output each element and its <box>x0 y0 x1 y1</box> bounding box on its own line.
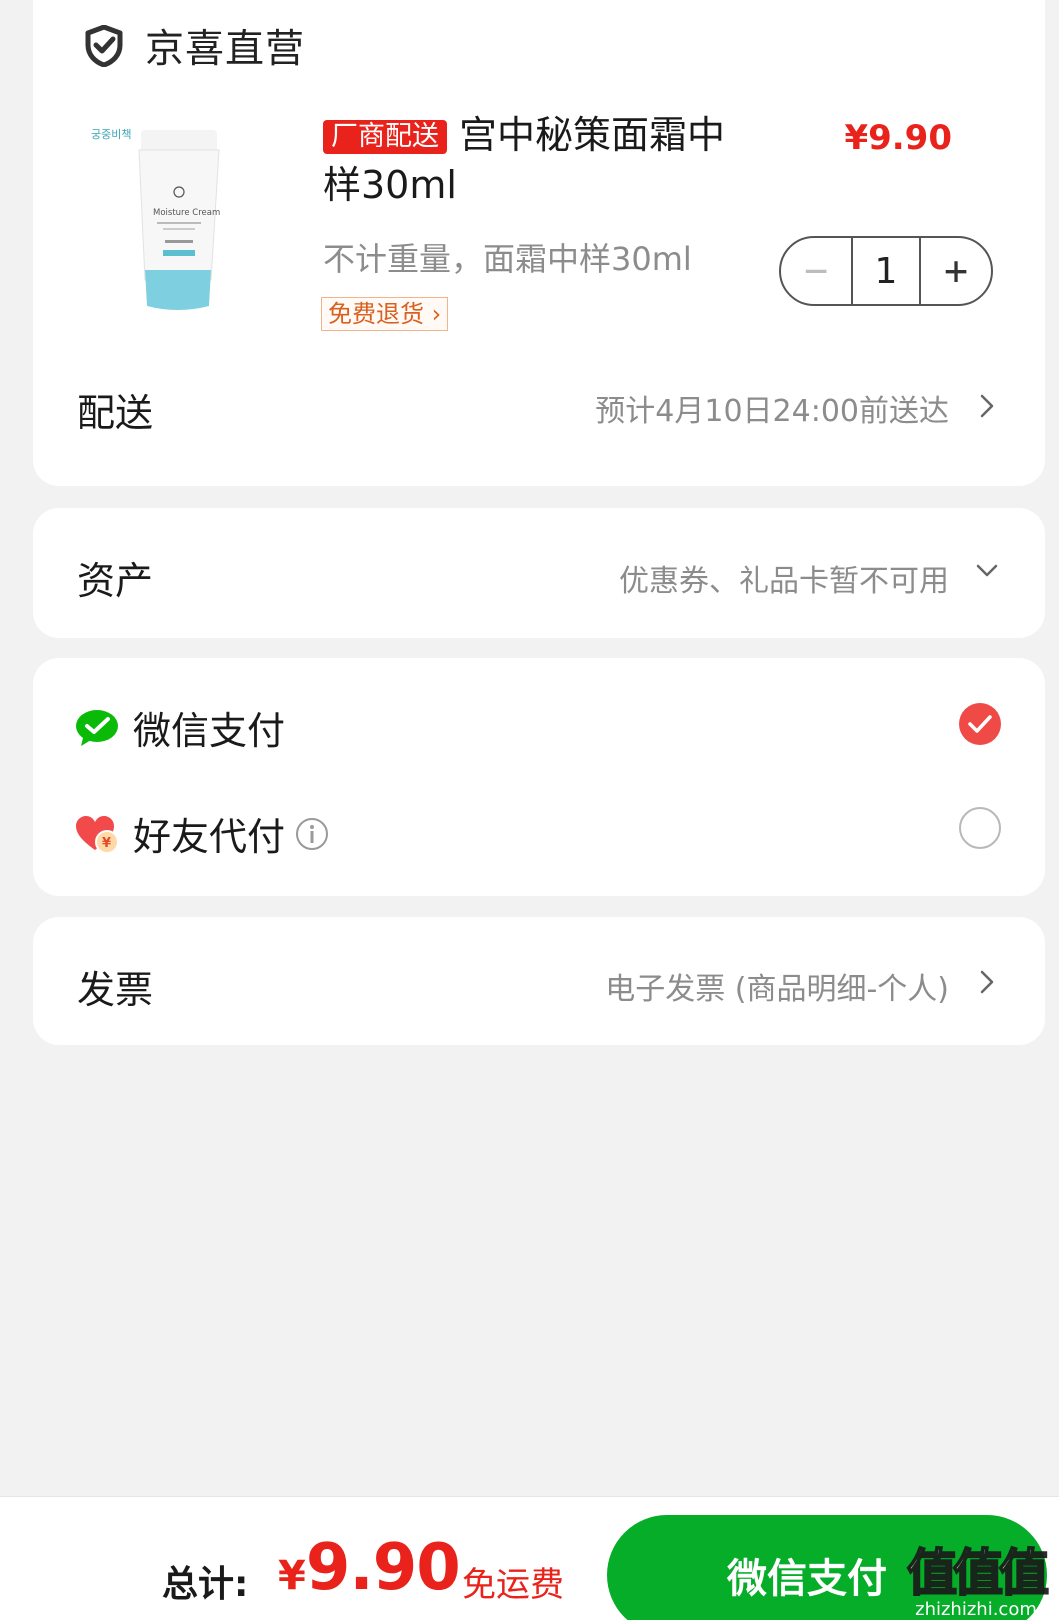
payment-card: 微信支付 ¥ 好友代付 <box>33 658 1045 896</box>
product-price: ¥9.90 <box>844 118 952 158</box>
payment-option-wechat[interactable]: 微信支付 <box>75 700 285 755</box>
assets-label: 资产 <box>77 559 154 603</box>
payment-radio-unselected[interactable] <box>959 807 1001 849</box>
quantity-value[interactable]: 1 <box>851 238 921 304</box>
product-image[interactable]: 궁중비책 Moisture Cream <box>83 120 243 320</box>
quantity-stepper[interactable]: − 1 + <box>779 236 993 306</box>
delivery-estimate[interactable]: 预计4月10日24:00前送达 <box>595 386 949 430</box>
chevron-right-icon[interactable] <box>977 392 997 420</box>
store-name: 京喜直营 <box>145 27 306 72</box>
currency-symbol: ¥ <box>278 1553 306 1599</box>
chevron-right-icon: › <box>431 300 442 328</box>
product-title[interactable]: 厂商配送 宫中秘策面霜中样30ml <box>323 110 743 210</box>
free-shipping-label: 免运费 <box>462 1565 564 1605</box>
delivery-label: 配送 <box>77 391 154 435</box>
watermark-logo: 值值值 <box>906 1543 1050 1603</box>
product-image-label: Moisture Cream <box>153 208 220 218</box>
product-spec: 不计重量，面霜中样30ml <box>323 240 692 278</box>
info-icon[interactable] <box>295 817 329 851</box>
payment-option-label: 微信支付 <box>133 709 286 753</box>
payment-option-label: 好友代付 <box>133 815 286 859</box>
invoice-card[interactable]: 发票 电子发票 (商品明细-个人) <box>33 917 1045 1045</box>
shield-check-icon <box>85 25 123 67</box>
order-card: 京喜直营 궁중비책 Moisture Cream 厂商配送 宫中秘策面霜中样30m… <box>33 0 1045 486</box>
checkout-bar: 总计: ¥9.90 免运费 微信支付 值值值 zhizhizhi.com <box>0 1496 1059 1620</box>
wechat-icon <box>76 709 118 746</box>
friend-pay-icon: ¥ <box>76 815 119 854</box>
free-return-tag[interactable]: 免费退货 › <box>321 297 449 331</box>
total-price: ¥9.90 <box>278 1531 461 1605</box>
invoice-value: 电子发票 (商品明细-个人) <box>605 972 949 1007</box>
decrement-button[interactable]: − <box>781 238 851 304</box>
assets-card[interactable]: 资产 优惠券、礼品卡暂不可用 <box>33 508 1045 638</box>
payment-option-friend[interactable]: ¥ 好友代付 <box>75 806 329 861</box>
assets-value: 优惠券、礼品卡暂不可用 <box>619 564 949 599</box>
chevron-right-icon[interactable] <box>977 968 997 996</box>
chevron-down-icon[interactable] <box>973 560 1001 580</box>
pay-button-label: 微信支付 <box>727 1556 887 1602</box>
total-label: 总计: <box>162 1564 249 1605</box>
total-amount: 9.90 <box>305 1531 461 1605</box>
free-return-label: 免费退货 <box>328 300 424 328</box>
payment-radio-selected[interactable] <box>959 703 1001 745</box>
svg-text:¥: ¥ <box>102 836 111 851</box>
store-header[interactable]: 京喜直营 <box>85 18 305 74</box>
watermark: 值值值 zhizhizhi.com <box>906 1533 1050 1620</box>
vendor-delivery-tag: 厂商配送 <box>323 120 447 154</box>
checkmark-icon <box>968 715 992 733</box>
invoice-label: 发票 <box>77 968 154 1012</box>
product-image-brand: 궁중비책 <box>91 128 131 141</box>
increment-button[interactable]: + <box>921 238 991 304</box>
